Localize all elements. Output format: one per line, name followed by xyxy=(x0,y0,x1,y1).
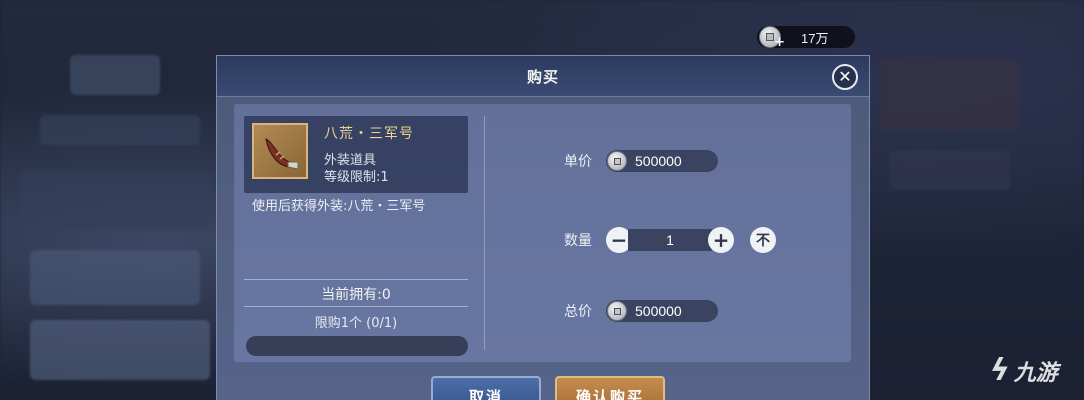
jiuyou-logo-icon: ϟ xyxy=(990,353,1010,388)
dialog-title: 购买 xyxy=(526,67,559,86)
currency-amount: 17万 xyxy=(801,30,829,46)
purchase-limit-bar xyxy=(246,336,468,356)
purchase-limit: 限购1个 (0/1) xyxy=(314,316,398,331)
unit-price-box: 500000 xyxy=(606,150,718,172)
item-card: 八荒・三军号 外装道具 等级限制:1 xyxy=(244,116,468,193)
quantity-row: 数量 − 1 + 不 xyxy=(564,227,776,253)
unit-price-row: 单价 500000 xyxy=(564,150,718,172)
total-price-value: 500000 xyxy=(635,303,682,319)
dialog-header: 购买 ✕ xyxy=(217,56,869,97)
total-price-row: 总价 500000 xyxy=(564,300,718,322)
confirm-purchase-button[interactable]: 确认购买 xyxy=(555,376,665,400)
bg-panel xyxy=(890,150,1010,190)
bg-panel xyxy=(30,250,200,305)
bg-panel xyxy=(20,170,210,230)
total-price-label: 总价 xyxy=(564,304,592,320)
watermark: ϟ 九游 xyxy=(990,353,1058,388)
bg-panel xyxy=(30,320,210,380)
horn-icon xyxy=(265,138,299,170)
watermark-text: 九游 xyxy=(1013,360,1058,386)
silver-coin-add-icon[interactable]: + xyxy=(759,26,785,50)
unit-price-label: 单价 xyxy=(564,154,592,170)
item-level-limit: 等级限制:1 xyxy=(324,170,389,185)
total-price-box: 500000 xyxy=(606,300,718,322)
increase-quantity-button[interactable]: + xyxy=(708,227,734,253)
item-name: 八荒・三军号 xyxy=(324,126,414,142)
horn-item-icon[interactable] xyxy=(252,123,308,179)
max-quantity-button[interactable]: 不 xyxy=(750,227,776,253)
owned-count: 当前拥有:0 xyxy=(321,287,391,303)
divider xyxy=(244,279,468,280)
purchase-dialog: 购买 ✕ 八荒・三军号 外装道具 等级限制:1 使用后获得外装:八荒・三军号 当… xyxy=(216,55,870,400)
purchase-panel: 八荒・三军号 外装道具 等级限制:1 使用后获得外装:八荒・三军号 当前拥有:0… xyxy=(234,104,851,362)
bg-panel xyxy=(880,60,1020,130)
quantity-label: 数量 xyxy=(564,233,592,249)
bg-panel xyxy=(40,115,200,145)
quantity-input[interactable]: 1 xyxy=(628,229,712,251)
item-description: 使用后获得外装:八荒・三军号 xyxy=(252,199,426,214)
divider xyxy=(244,306,468,307)
currency-display[interactable]: + 17万 xyxy=(757,26,855,50)
unit-price-value: 500000 xyxy=(635,153,682,169)
cancel-button[interactable]: 取消 xyxy=(431,376,541,400)
bg-panel xyxy=(70,55,160,95)
silver-coin-icon xyxy=(607,151,627,171)
close-icon[interactable]: ✕ xyxy=(832,64,858,90)
silver-coin-icon xyxy=(607,301,627,321)
bg-panel xyxy=(860,0,1060,35)
divider xyxy=(484,116,485,350)
quantity-stepper[interactable]: − 1 + xyxy=(606,227,734,253)
